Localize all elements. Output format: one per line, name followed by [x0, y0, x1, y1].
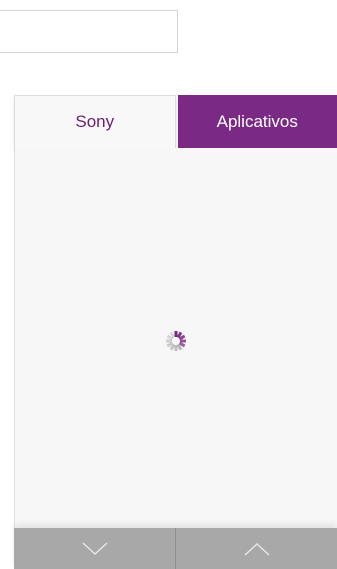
loading-spinner-icon — [166, 331, 186, 351]
spinner-segment — [174, 331, 178, 337]
scroll-down-button[interactable] — [14, 528, 175, 569]
chevron-down-icon — [81, 541, 108, 555]
scroll-up-button[interactable] — [176, 528, 337, 569]
spinner-segment — [174, 345, 178, 351]
spinner-segment — [166, 339, 172, 343]
chevron-up-icon — [243, 542, 270, 556]
tab-sony[interactable]: Sony — [14, 95, 176, 148]
bottom-navigation — [14, 528, 337, 569]
tab-aplicativos[interactable]: Aplicativos — [177, 95, 337, 148]
spinner-segment — [180, 339, 186, 343]
tab-bar: Sony Aplicativos — [14, 95, 337, 148]
search-input[interactable] — [0, 10, 178, 53]
